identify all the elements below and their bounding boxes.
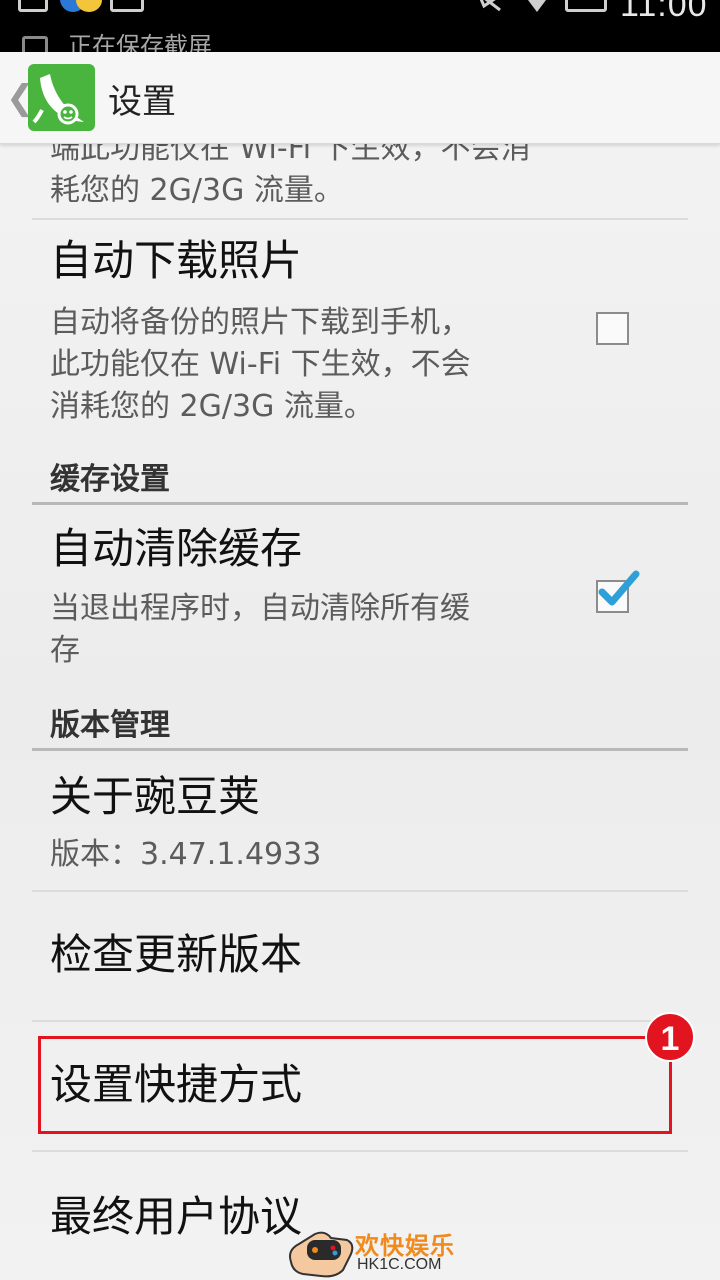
pref-check-update[interactable]: 检查更新版本 <box>0 892 720 1020</box>
game-controller-hand-icon <box>289 1231 354 1278</box>
summary-line: 此功能仅在 Wi-Fi 下生效，不会 <box>50 347 471 382</box>
mute-icon <box>479 0 501 12</box>
watermark: 欢快娱乐 HK1C.COM <box>285 1222 455 1280</box>
screenshot-icon <box>22 36 48 52</box>
pref-summary: 版本：3.47.1.4933 <box>50 837 322 872</box>
summary-line: 当退出程序时，自动清除所有缓 <box>50 591 470 626</box>
notification-text: 正在保存截屏 <box>68 32 212 52</box>
pref-title: 自动清除缓存 <box>50 524 303 573</box>
watermark-text-en: HK1C.COM <box>357 1256 442 1273</box>
battery-icon <box>565 0 607 12</box>
partial-item-summary: 端此功能仅在 Wi-Fi 下生效，不会消 耗您的 2G/3G 流量。 <box>50 144 650 212</box>
category-divider <box>32 502 688 505</box>
pref-title: 关于豌豆荚 <box>50 772 261 821</box>
summary-line: 自动将备份的照片下载到手机， <box>50 305 470 340</box>
screenshot-icon <box>18 0 48 12</box>
auto-clear-cache-checkbox[interactable] <box>596 570 640 613</box>
summary-line: 消耗您的 2G/3G 流量。 <box>50 389 374 424</box>
page-title: 设置 <box>108 82 176 122</box>
notification-ticker: 正在保存截屏 <box>0 30 720 52</box>
pref-summary: 当退出程序时，自动清除所有缓 存 <box>50 588 570 672</box>
wifi-icon <box>528 0 546 12</box>
category-cache: 缓存设置 <box>50 462 170 497</box>
annotation-badge: 1 <box>645 1012 695 1062</box>
pref-title: 自动下载照片 <box>50 236 303 285</box>
summary-line: 耗您的 2G/3G 流量。 <box>50 173 344 208</box>
summary-line: 端此功能仅在 Wi-Fi 下生效，不会消 <box>50 144 531 166</box>
summary-line: 存 <box>50 633 80 668</box>
pref-auto-clear-cache[interactable]: 自动清除缓存 当退出程序时，自动清除所有缓 存 <box>0 506 720 686</box>
annotation-highlight-box <box>38 1036 672 1134</box>
pref-summary: 自动将备份的照片下载到手机， 此功能仅在 Wi-Fi 下生效，不会 消耗您的 2… <box>50 302 570 428</box>
status-time: 11:00 <box>620 0 708 24</box>
category-divider <box>32 748 688 751</box>
checkmark-icon <box>598 570 640 606</box>
pref-auto-download[interactable]: 自动下载照片 自动将备份的照片下载到手机， 此功能仅在 Wi-Fi 下生效，不会… <box>0 220 720 430</box>
status-bar: 11:00 正在保存截屏 <box>0 0 720 52</box>
auto-download-checkbox[interactable] <box>596 312 629 345</box>
image-icon <box>110 0 144 12</box>
pref-title: 最终用户协议 <box>50 1192 303 1241</box>
notification-icons <box>0 0 720 26</box>
chat-app-icon <box>60 0 102 12</box>
settings-list[interactable]: 端此功能仅在 Wi-Fi 下生效，不会消 耗您的 2G/3G 流量。 自动下载照… <box>0 144 720 1280</box>
pref-about[interactable]: 关于豌豆荚 版本：3.47.1.4933 <box>0 752 720 890</box>
wandoujia-logo-icon[interactable] <box>28 64 95 131</box>
action-bar: ❮ 设置 <box>0 52 720 144</box>
category-version: 版本管理 <box>50 708 170 743</box>
pref-title: 检查更新版本 <box>50 930 303 979</box>
